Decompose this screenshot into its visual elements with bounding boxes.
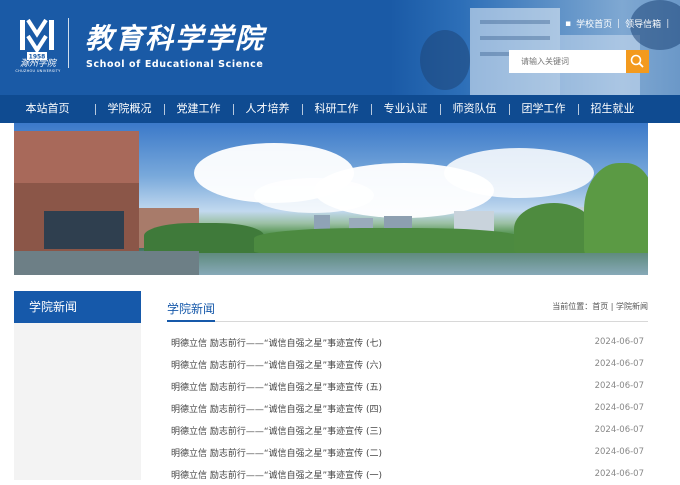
- sidebar-title[interactable]: 学院新闻: [14, 291, 141, 323]
- top-links-separator: |: [617, 18, 621, 29]
- site-header: 1958 滁州学院 CHUZHOU UNIVERSITY 教育科学学院 Scho…: [0, 0, 680, 95]
- nav-item-research[interactable]: 科研工作: [302, 95, 371, 123]
- news-title[interactable]: 明德立信 励志前行——“诚信自强之星”事迹宣传 (五): [171, 380, 382, 393]
- nav-item-student-affairs[interactable]: 团学工作: [509, 95, 578, 123]
- news-item[interactable]: 明德立信 励志前行——“诚信自强之星”事迹宣传 (一) 2024-06-07: [167, 463, 648, 485]
- section-title: 学院新闻: [167, 302, 216, 316]
- college-name-en: School of Educational Science: [86, 59, 264, 70]
- breadcrumb-separator: |: [610, 302, 614, 311]
- nav-item-party[interactable]: 党建工作: [164, 95, 233, 123]
- campus-banner-image: [14, 123, 648, 275]
- top-link-home-icon: ▪: [565, 18, 572, 29]
- nav-item-home[interactable]: 本站首页: [0, 95, 95, 123]
- nav-item-faculty[interactable]: 师资队伍: [440, 95, 509, 123]
- breadcrumb-home-link[interactable]: 首页: [592, 302, 608, 311]
- college-name-cn: 教育科学学院: [85, 22, 266, 55]
- news-list: 明德立信 励志前行——“诚信自强之星”事迹宣传 (七) 2024-06-07 明…: [167, 331, 648, 485]
- breadcrumb-prefix: 当前位置：: [552, 302, 593, 311]
- top-link-university-home[interactable]: 学校首页: [576, 17, 612, 30]
- university-name-en: CHUZHOU UNIVERSITY: [15, 69, 61, 73]
- nav-item-admissions[interactable]: 招生就业: [578, 95, 647, 123]
- banner-cloud: [254, 178, 374, 213]
- sidebar-panel: [14, 323, 141, 480]
- search-input[interactable]: [509, 50, 626, 73]
- news-item[interactable]: 明德立信 励志前行——“诚信自强之星”事迹宣传 (七) 2024-06-07: [167, 331, 648, 353]
- banner-trees: [514, 203, 594, 255]
- news-date: 2024-06-07: [594, 381, 644, 391]
- news-date: 2024-06-07: [594, 337, 644, 347]
- news-date: 2024-06-07: [594, 403, 644, 413]
- top-links: ▪ 学校首页 | 领导信箱 |: [565, 17, 670, 31]
- banner-walkway: [14, 251, 199, 275]
- banner-cloud: [444, 148, 594, 198]
- banner-trees: [254, 228, 524, 254]
- header-tree: [420, 30, 470, 90]
- news-item[interactable]: 明德立信 励志前行——“诚信自强之星”事迹宣传 (五) 2024-06-07: [167, 375, 648, 397]
- university-name-cn: 滁州学院: [19, 59, 56, 69]
- news-title[interactable]: 明德立信 励志前行——“诚信自强之星”事迹宣传 (六): [171, 358, 382, 371]
- news-title[interactable]: 明德立信 励志前行——“诚信自强之星”事迹宣传 (一): [171, 468, 382, 481]
- header-building-window-row: [480, 20, 550, 24]
- section-divider-accent: [167, 320, 215, 322]
- news-title[interactable]: 明德立信 励志前行——“诚信自强之星”事迹宣传 (四): [171, 402, 382, 415]
- logo-divider: [68, 18, 69, 68]
- search-icon: [630, 54, 644, 68]
- news-title[interactable]: 明德立信 励志前行——“诚信自强之星”事迹宣传 (二): [171, 446, 382, 459]
- news-item[interactable]: 明德立信 励志前行——“诚信自强之星”事迹宣传 (四) 2024-06-07: [167, 397, 648, 419]
- nav-item-about[interactable]: 学院概况: [95, 95, 164, 123]
- search-button[interactable]: [626, 50, 649, 73]
- breadcrumb-current[interactable]: 学院新闻: [616, 302, 648, 311]
- news-date: 2024-06-07: [594, 359, 644, 369]
- nav-item-training[interactable]: 人才培养: [233, 95, 302, 123]
- news-date: 2024-06-07: [594, 425, 644, 435]
- section-divider: [167, 321, 648, 322]
- header-building-window-row: [480, 36, 550, 40]
- news-item[interactable]: 明德立信 励志前行——“诚信自强之星”事迹宣传 (三) 2024-06-07: [167, 419, 648, 441]
- banner-willow-tree: [584, 163, 648, 258]
- breadcrumb: 当前位置：首页 | 学院新闻: [552, 301, 648, 312]
- nav-item-accreditation[interactable]: 专业认证: [371, 95, 440, 123]
- banner-library-glass: [44, 211, 124, 249]
- news-item[interactable]: 明德立信 励志前行——“诚信自强之星”事迹宣传 (二) 2024-06-07: [167, 441, 648, 463]
- news-title[interactable]: 明德立信 励志前行——“诚信自强之星”事迹宣传 (七): [171, 336, 382, 349]
- news-title[interactable]: 明德立信 励志前行——“诚信自强之星”事迹宣传 (三): [171, 424, 382, 437]
- banner-lake: [194, 253, 648, 275]
- news-item[interactable]: 明德立信 励志前行——“诚信自强之星”事迹宣传 (六) 2024-06-07: [167, 353, 648, 375]
- news-date: 2024-06-07: [594, 447, 644, 457]
- top-links-separator: |: [666, 18, 670, 29]
- news-date: 2024-06-07: [594, 469, 644, 479]
- main-nav: 本站首页 学院概况 党建工作 人才培养 科研工作 专业认证 师资队伍 团学工作 …: [0, 95, 680, 123]
- top-link-leader-mailbox[interactable]: 领导信箱: [625, 17, 661, 30]
